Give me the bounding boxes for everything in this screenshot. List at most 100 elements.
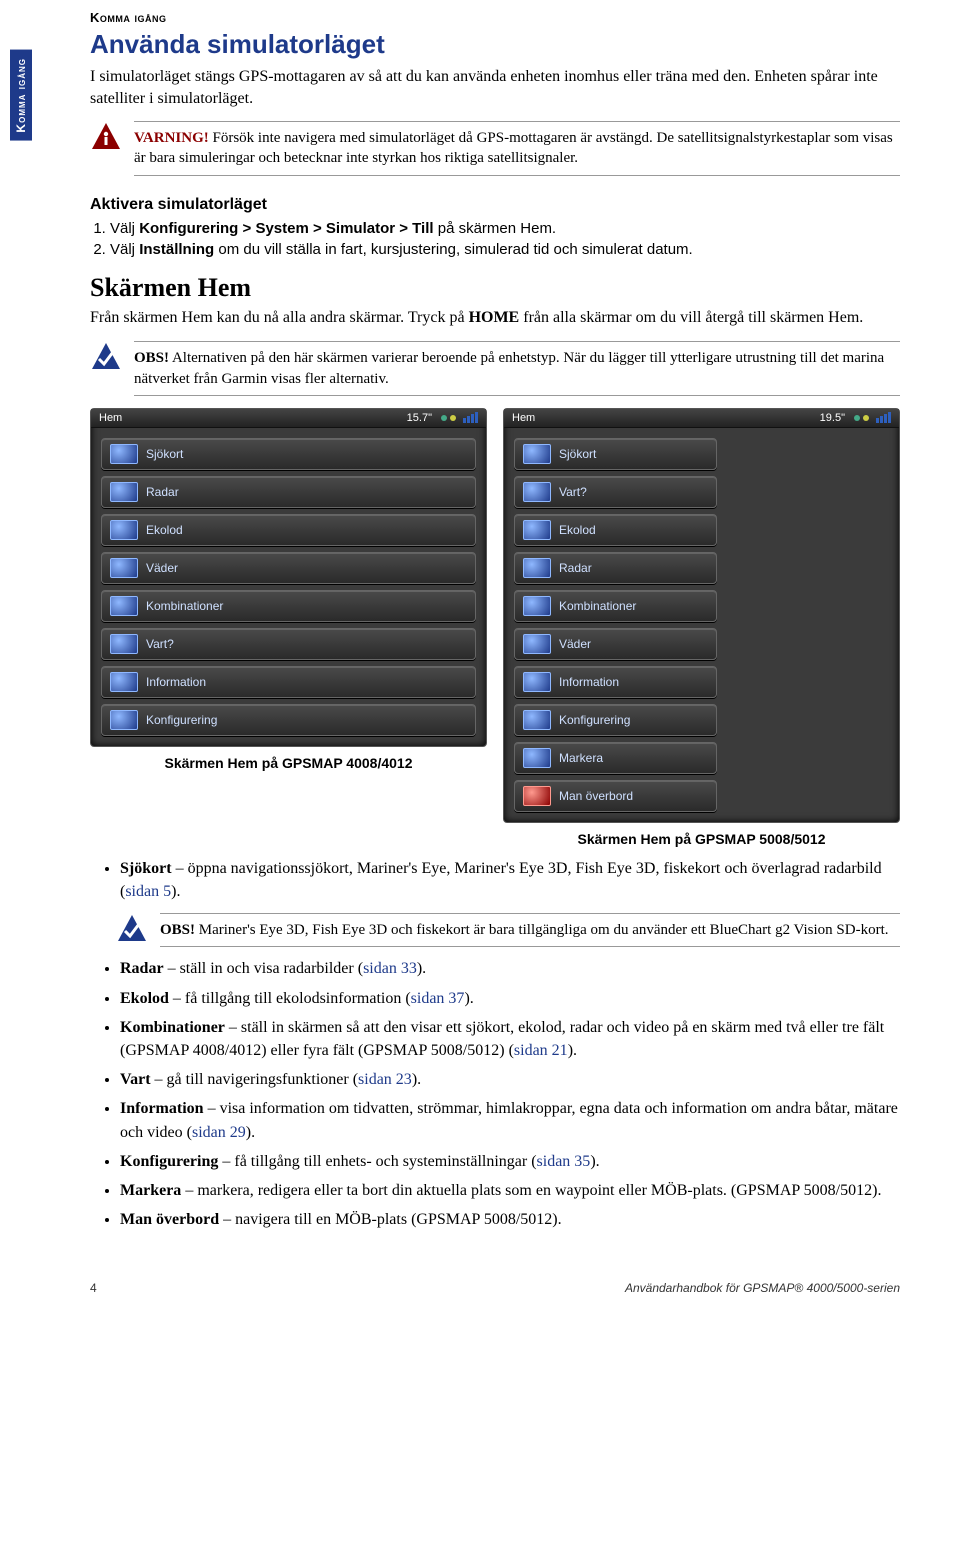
page-footer: 4 Användarhandbok för GPSMAP® 4000/5000-… <box>0 1281 960 1309</box>
topbar-hem-left: Hem <box>99 412 122 424</box>
menu-label: Radar <box>146 485 179 499</box>
menu-label: Väder <box>559 637 591 651</box>
step-2: Välj Inställning om du vill ställa in fa… <box>110 239 900 261</box>
menu-thumb <box>523 634 551 654</box>
breadcrumb: Komma igång <box>90 10 900 25</box>
menu-label: Kombinationer <box>146 599 223 613</box>
screenshot-5008: Hem 19.5" Sjökort Vart? Ekolod Radar Kombina… <box>503 408 900 847</box>
menu-thumb <box>523 710 551 730</box>
menu-thumb <box>523 748 551 768</box>
menu-label: Markera <box>559 751 603 765</box>
screen-size-right: 19.5" <box>820 412 845 424</box>
obs-callout-1: OBS! Alternativen på den här skärmen var… <box>90 339 900 398</box>
menu-btn[interactable]: Radar <box>514 552 717 584</box>
menu-label: Kombinationer <box>559 599 636 613</box>
menu-thumb <box>523 520 551 540</box>
link-sida-23[interactable]: sidan 23 <box>358 1071 412 1088</box>
menu-label: Väder <box>146 561 178 575</box>
check-icon <box>90 341 122 373</box>
menu-btn[interactable]: Man överbord <box>514 780 717 812</box>
menu-thumb <box>523 558 551 578</box>
menu-thumb <box>523 444 551 464</box>
section-heading-simulator: Använda simulatorläget <box>90 29 900 60</box>
footer-title: Användarhandbok för GPSMAP® 4000/5000-se… <box>625 1281 900 1295</box>
menu-btn[interactable]: Kombinationer <box>101 590 476 622</box>
home-intro: Från skärmen Hem kan du nå alla andra sk… <box>90 307 900 329</box>
page-number: 4 <box>90 1281 97 1295</box>
menu-thumb <box>110 710 138 730</box>
steps-list: Välj Konfigurering > System > Simulator … <box>90 218 900 262</box>
feature-sjokort: Sjökort – öppna navigationssjökort, Mari… <box>120 857 900 903</box>
feature-markera: Markera – markera, redigera eller ta bor… <box>120 1179 900 1202</box>
menu-label: Information <box>559 675 619 689</box>
menu-btn[interactable]: Information <box>101 666 476 698</box>
menu-label: Radar <box>559 561 592 575</box>
link-sida-33[interactable]: sidan 33 <box>363 960 417 977</box>
check-icon-2 <box>116 913 148 945</box>
menu-btn[interactable]: Ekolod <box>101 514 476 546</box>
menu-btn[interactable]: Radar <box>101 476 476 508</box>
feature-information: Information – visa information om tidvat… <box>120 1097 900 1143</box>
menu-label: Konfigurering <box>146 713 217 727</box>
menu-label: Ekolod <box>559 523 596 537</box>
menu-btn[interactable]: Vart? <box>101 628 476 660</box>
menu-btn[interactable]: Konfigurering <box>514 704 717 736</box>
obs-body-1: Alternativen på den här skärmen varierar… <box>134 350 884 386</box>
feature-man-overbord: Man överbord – navigera till en MÖB-plat… <box>120 1208 900 1231</box>
obs-callout-2: OBS! Mariner's Eye 3D, Fish Eye 3D och f… <box>116 913 900 947</box>
menu-label: Sjökort <box>146 447 183 461</box>
menu-thumb <box>110 558 138 578</box>
menu-thumb <box>523 786 551 806</box>
obs-body-2: Mariner's Eye 3D, Fish Eye 3D och fiskek… <box>195 922 888 938</box>
simulator-intro: I simulatorläget stängs GPS-mottagaren a… <box>90 66 900 109</box>
menu-btn[interactable]: Sjökort <box>514 438 717 470</box>
link-sida-37[interactable]: sidan 37 <box>411 990 465 1007</box>
menu-label: Ekolod <box>146 523 183 537</box>
section-heading-home: Skärmen Hem <box>90 273 900 303</box>
warning-body: Försök inte navigera med simulatorläget … <box>134 130 893 166</box>
menu-btn[interactable]: Kombinationer <box>514 590 717 622</box>
obs-lead-2: OBS! <box>160 922 195 938</box>
link-sida-35[interactable]: sidan 35 <box>537 1153 591 1170</box>
caption-left: Skärmen Hem på GPSMAP 4008/4012 <box>90 755 487 771</box>
warning-lead: VARNING! <box>134 130 209 146</box>
feature-vart: Vart – gå till navigeringsfunktioner (si… <box>120 1068 900 1091</box>
menu-thumb <box>523 596 551 616</box>
menu-label: Vart? <box>146 637 174 651</box>
warning-icon <box>90 121 122 153</box>
menu-thumb <box>110 482 138 502</box>
menu-thumb <box>110 444 138 464</box>
screen-size-left: 15.7" <box>407 412 432 424</box>
menu-btn[interactable]: Markera <box>514 742 717 774</box>
menu-label: Information <box>146 675 206 689</box>
screenshot-4008: Hem 15.7" Sjökort Radar Ekolod Väder Kombina… <box>90 408 487 847</box>
menu-label: Sjökort <box>559 447 596 461</box>
menu-label: Konfigurering <box>559 713 630 727</box>
menu-btn[interactable]: Konfigurering <box>101 704 476 736</box>
menu-btn[interactable]: Information <box>514 666 717 698</box>
link-sida-5[interactable]: sidan 5 <box>125 883 171 900</box>
menu-btn[interactable]: Väder <box>101 552 476 584</box>
feature-radar: Radar – ställ in och visa radarbilder (s… <box>120 957 900 980</box>
menu-btn[interactable]: Ekolod <box>514 514 717 546</box>
menu-thumb <box>110 596 138 616</box>
menu-thumb <box>110 672 138 692</box>
menu-thumb <box>110 520 138 540</box>
feature-ekolod: Ekolod – få tillgång till ekolodsinforma… <box>120 987 900 1010</box>
sidebar-tab: Komma igång <box>10 50 32 141</box>
menu-btn[interactable]: Sjökort <box>101 438 476 470</box>
topbar-hem-right: Hem <box>512 412 535 424</box>
menu-thumb <box>110 634 138 654</box>
link-sida-21[interactable]: sidan 21 <box>514 1042 568 1059</box>
menu-btn[interactable]: Väder <box>514 628 717 660</box>
feature-list-2: Radar – ställ in och visa radarbilder (s… <box>90 957 900 1231</box>
menu-btn[interactable]: Vart? <box>514 476 717 508</box>
caption-right: Skärmen Hem på GPSMAP 5008/5012 <box>503 831 900 847</box>
menu-label: Vart? <box>559 485 587 499</box>
link-sida-29[interactable]: sidan 29 <box>192 1124 246 1141</box>
obs-lead-1: OBS! <box>134 350 169 366</box>
menu-thumb <box>523 672 551 692</box>
menu-thumb <box>523 482 551 502</box>
step-1: Välj Konfigurering > System > Simulator … <box>110 218 900 240</box>
feature-list: Sjökort – öppna navigationssjökort, Mari… <box>90 857 900 903</box>
